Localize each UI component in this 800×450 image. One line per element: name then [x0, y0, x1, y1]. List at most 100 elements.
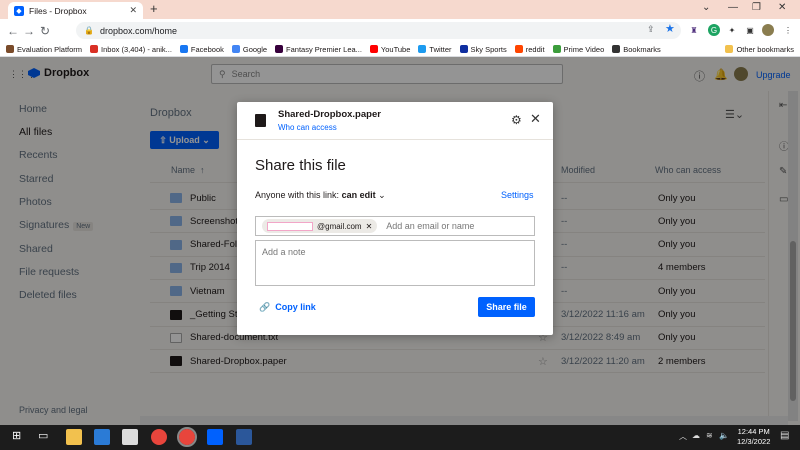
mail-icon[interactable] — [122, 429, 138, 445]
remove-chip-icon[interactable]: ✕ — [366, 222, 373, 231]
notification-icon[interactable]: ▤ — [780, 430, 789, 441]
close-window-button[interactable]: ✕ — [778, 2, 786, 13]
browser-tab[interactable]: ◆ Files - Dropbox ✕ — [8, 2, 143, 19]
bookmark-label: Prime Video — [563, 44, 605, 54]
bookmark-icon — [179, 45, 188, 53]
email-field[interactable]: @gmail.com ✕ Add an email or name — [255, 216, 535, 236]
reload-icon[interactable]: ↻ — [37, 24, 53, 38]
bookmark-icon — [90, 45, 99, 53]
bookmark-item[interactable]: Google — [231, 44, 268, 54]
menu-icon[interactable]: ⋮ — [782, 24, 794, 36]
share-file-button[interactable]: Share file — [478, 297, 535, 317]
dialog-header — [237, 102, 553, 140]
puzzle-icon[interactable]: ✦ — [726, 24, 738, 36]
bookmark-icon — [552, 45, 561, 53]
network-icon[interactable]: ☁ — [692, 431, 700, 440]
bookmark-icon — [369, 45, 378, 53]
bookmark-label: Facebook — [190, 44, 224, 54]
dropbox-taskbar-icon[interactable] — [207, 429, 223, 445]
bookmark-label: Bookmarks — [623, 44, 661, 54]
chevron-down-icon[interactable]: ⌄ — [702, 2, 710, 13]
tab-title: Files - Dropbox — [29, 5, 87, 16]
bookmark-label: YouTube — [380, 44, 411, 54]
sidepanel-icon[interactable]: ▣ — [744, 24, 756, 36]
restore-button[interactable]: ❐ — [752, 2, 761, 13]
bookmark-icon — [6, 45, 14, 53]
bookmark-icon — [231, 45, 240, 53]
bookmark-icon — [612, 45, 621, 53]
bookmark-icon — [514, 45, 523, 53]
note-field[interactable]: Add a note — [255, 240, 535, 286]
grammarly-icon[interactable]: G — [708, 24, 720, 36]
volume-icon[interactable]: 🔈 — [719, 431, 729, 440]
share-dialog: Shared-Dropbox.paper Who can access ⚙ ✕ … — [237, 102, 553, 335]
bookmark-item[interactable]: Fantasy Premier Lea... — [275, 45, 362, 54]
tray-arrow-icon[interactable]: ︿ — [679, 431, 687, 442]
email-chip-text: @gmail.com — [317, 221, 362, 231]
bookmark-label: Fantasy Premier Lea... — [286, 44, 362, 54]
dialog-file-name: Shared-Dropbox.paper — [278, 109, 381, 120]
link-permission-row: Anyone with this link: can edit ⌄ — [255, 190, 386, 201]
minimize-button[interactable]: — — [728, 2, 738, 13]
bookmark-label: Google — [242, 44, 268, 54]
word-icon[interactable] — [236, 429, 252, 445]
link-icon: 🔗 — [259, 302, 273, 312]
share-icon[interactable]: ⇪ — [647, 24, 655, 35]
bookmark-item[interactable]: Bookmarks — [612, 45, 661, 54]
clock-date: 12/3/2022 — [737, 437, 771, 446]
settings-link[interactable]: Settings — [501, 190, 534, 200]
other-bookmarks[interactable]: Other bookmarks — [725, 45, 794, 54]
email-placeholder: Add an email or name — [386, 221, 475, 231]
chevron-down-icon[interactable]: ⌄ — [378, 190, 386, 200]
wifi-icon[interactable]: ≋ — [706, 431, 713, 440]
bookmark-icon — [275, 45, 284, 53]
permission-dropdown[interactable]: can edit — [342, 190, 376, 200]
bookmark-icon — [459, 45, 468, 53]
gear-icon[interactable]: ⚙ — [511, 113, 522, 127]
close-icon[interactable]: ✕ — [530, 111, 541, 127]
paper-file-icon — [255, 114, 266, 127]
bookmark-label: Evaluation Platform — [17, 44, 83, 54]
bookmark-item[interactable]: Inbox (3,404) - anik... — [90, 45, 172, 54]
address-bar[interactable]: 🔒 dropbox.com/home — [76, 22, 681, 39]
bookmark-label: Sky Sports — [470, 44, 507, 54]
chrome-active-icon[interactable] — [177, 427, 197, 447]
extension-icon[interactable]: ♜ — [688, 24, 700, 36]
chrome-icon[interactable] — [151, 429, 167, 445]
store-icon[interactable] — [94, 429, 110, 445]
new-tab-button[interactable]: + — [150, 1, 158, 16]
bookmark-item[interactable]: Facebook — [179, 44, 224, 54]
windows-start-icon[interactable]: ⊞ — [12, 429, 21, 442]
bookmark-label: Inbox (3,404) - anik... — [101, 44, 172, 54]
bookmarks-bar: Evaluation Platform Inbox (3,404) - anik.… — [0, 42, 800, 57]
task-view-icon[interactable]: ▭ — [38, 429, 48, 442]
bookmark-item[interactable]: Twitter — [418, 44, 452, 54]
back-icon[interactable]: ← — [5, 24, 21, 38]
forward-icon[interactable]: → — [21, 24, 37, 38]
redacted-email — [267, 221, 313, 231]
bookmark-label: reddit — [525, 44, 545, 54]
bookmark-item[interactable]: Sky Sports — [459, 44, 507, 54]
bookmark-item[interactable]: YouTube — [369, 44, 411, 54]
clock[interactable]: 12:44 PM 12/3/2022 — [737, 427, 770, 447]
profile-avatar[interactable] — [762, 24, 774, 36]
copy-link-label: Copy link — [275, 302, 316, 312]
email-chip[interactable]: @gmail.com ✕ — [262, 219, 378, 233]
close-tab-icon[interactable]: ✕ — [129, 5, 137, 16]
url-text: dropbox.com/home — [99, 25, 178, 36]
copy-link-button[interactable]: 🔗 Copy link — [259, 302, 316, 313]
lock-icon: 🔒 — [84, 26, 94, 35]
star-icon[interactable]: ★ — [665, 22, 675, 35]
bookmark-item[interactable]: Prime Video — [552, 44, 605, 54]
bookmark-item[interactable]: reddit — [514, 44, 545, 54]
who-can-access-link[interactable]: Who can access — [278, 123, 337, 132]
folder-icon — [725, 45, 734, 53]
file-explorer-icon[interactable] — [66, 429, 82, 445]
dialog-title: Share this file — [255, 157, 346, 174]
other-bookmarks-label: Other bookmarks — [736, 44, 794, 54]
dropbox-favicon-icon: ◆ — [14, 5, 24, 16]
bookmark-item[interactable]: Evaluation Platform — [6, 45, 82, 54]
clock-time: 12:44 PM — [737, 427, 770, 436]
bookmark-label: Twitter — [429, 44, 452, 54]
bookmark-icon — [418, 45, 427, 53]
